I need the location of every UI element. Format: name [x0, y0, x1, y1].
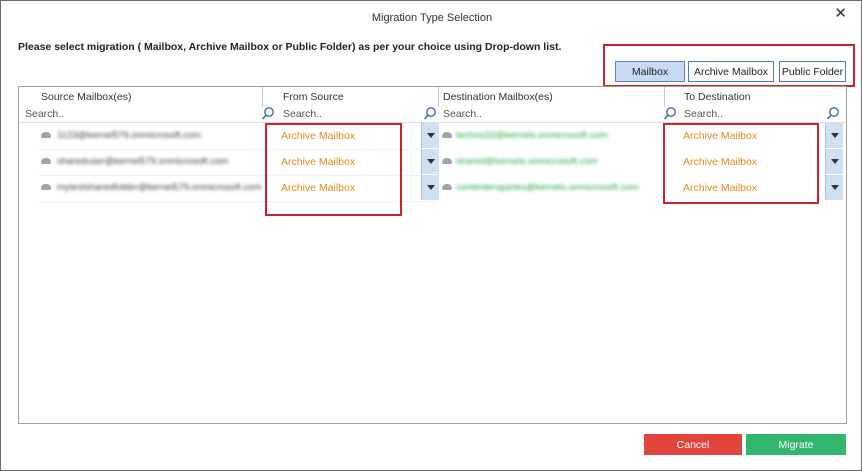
close-icon[interactable]: ✕ — [834, 4, 847, 22]
source-mailbox-name: shareduser@kernel579.onmicrosoft.com — [57, 156, 229, 167]
destination-mailbox-name: techno33@kernels.onmicrosoft.com — [456, 130, 608, 141]
column-divider — [262, 87, 263, 107]
column-divider — [664, 87, 665, 107]
mailbox-type-button[interactable]: Mailbox — [615, 61, 685, 82]
migrate-button[interactable]: Migrate — [746, 434, 846, 455]
destination-mailbox-name: shared@kernels.onmicrosoft.com — [456, 156, 598, 167]
migration-type-dialog: Migration Type Selection ✕ Please select… — [0, 0, 862, 471]
public-folder-type-button[interactable]: Public Folder — [779, 61, 846, 82]
column-header-to-destination: To Destination — [684, 91, 751, 103]
source-search-input[interactable] — [25, 108, 255, 120]
chevron-down-icon[interactable] — [421, 175, 439, 200]
dialog-title: Migration Type Selection — [371, 12, 493, 24]
from-source-search-input[interactable] — [283, 108, 423, 120]
destination-search-input[interactable] — [443, 108, 658, 120]
cloud-icon — [442, 184, 452, 190]
cloud-icon — [442, 132, 452, 138]
chevron-down-icon[interactable] — [421, 123, 439, 148]
magnifier-icon[interactable] — [826, 106, 840, 121]
chevron-down-icon[interactable] — [421, 149, 439, 174]
chevron-down-icon[interactable] — [825, 123, 843, 148]
column-header-destination: Destination Mailbox(es) — [443, 91, 553, 103]
cloud-icon — [41, 184, 51, 190]
cloud-icon — [41, 132, 51, 138]
column-header-from-source: From Source — [283, 91, 344, 103]
cloud-icon — [41, 158, 51, 164]
archive-mailbox-type-button[interactable]: Archive Mailbox — [688, 61, 774, 82]
destination-mailbox-name: contentenquiries@kernels.onmicrosoft.com — [456, 182, 639, 193]
to-destination-highlight — [663, 123, 819, 204]
chevron-down-icon[interactable] — [825, 175, 843, 200]
source-mailbox-name: mytestsharedfolder@kernel579.onmicrosoft… — [57, 182, 262, 193]
cloud-icon — [442, 158, 452, 164]
magnifier-icon[interactable] — [663, 106, 677, 121]
magnifier-icon[interactable] — [423, 106, 437, 121]
search-row — [19, 106, 846, 123]
from-source-highlight — [265, 123, 402, 216]
cancel-button[interactable]: Cancel — [644, 434, 742, 455]
mailbox-mapping-grid: Source Mailbox(es) From Source Destinati… — [18, 86, 847, 424]
chevron-down-icon[interactable] — [825, 149, 843, 174]
to-destination-search-input[interactable] — [684, 108, 824, 120]
column-divider — [438, 87, 439, 107]
instruction-text: Please select migration ( Mailbox, Archi… — [18, 41, 562, 53]
source-mailbox-name: 1123@kernel579.onmicrosoft.com — [57, 130, 202, 141]
magnifier-icon[interactable] — [261, 106, 275, 121]
column-header-source: Source Mailbox(es) — [41, 91, 132, 103]
